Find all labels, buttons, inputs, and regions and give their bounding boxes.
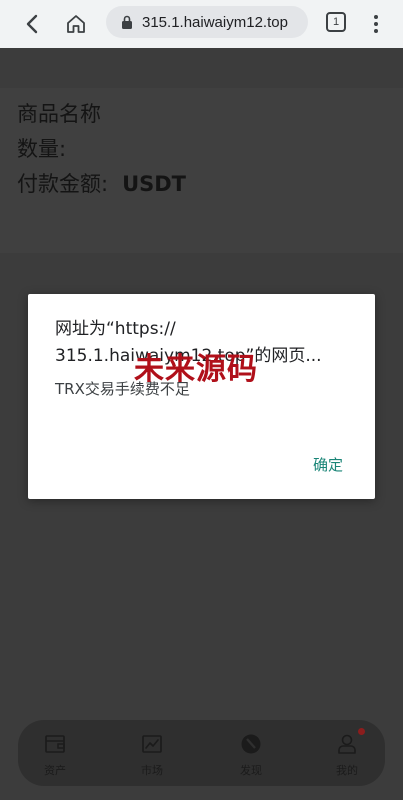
- nav-label-market: 市场: [141, 764, 163, 777]
- nav-label-discover: 发现: [240, 764, 262, 777]
- url-text: 315.1.haiwaiym12.top: [142, 13, 288, 31]
- browser-toolbar: 315.1.haiwaiym12.top 1: [0, 0, 403, 48]
- nav-item-mine[interactable]: 我的: [312, 720, 382, 786]
- currency-label: USDT: [122, 172, 187, 196]
- dialog-title-line1: 网址为“https://: [55, 319, 176, 339]
- ok-button[interactable]: 确定: [313, 454, 343, 475]
- watermark-text: 未来源码: [134, 352, 258, 387]
- nav-item-discover[interactable]: 发现: [216, 720, 286, 786]
- wallet-icon: [43, 732, 67, 756]
- nav-item-assets[interactable]: 资产: [20, 720, 90, 786]
- discover-icon: [239, 732, 263, 756]
- bottom-nav: 资产 市场 发现 我的: [18, 720, 385, 786]
- lock-icon: [120, 14, 136, 30]
- more-vert-icon[interactable]: [364, 0, 388, 48]
- nav-label-assets: 资产: [44, 764, 66, 777]
- nav-item-market[interactable]: 市场: [117, 720, 187, 786]
- chart-icon: [140, 732, 164, 756]
- address-bar[interactable]: 315.1.haiwaiym12.top: [106, 6, 308, 38]
- quantity-label: 数量:: [17, 137, 67, 161]
- back-arrow-icon[interactable]: [18, 0, 46, 48]
- payment-amount-row: 付款金额: USDT: [17, 168, 186, 198]
- payment-amount-label: 付款金额:: [17, 172, 109, 196]
- notification-dot: [358, 728, 365, 735]
- nav-label-mine: 我的: [336, 764, 358, 777]
- user-icon: [335, 732, 359, 756]
- product-name-label: 商品名称: [17, 102, 101, 126]
- tab-switcher-button[interactable]: 1: [326, 12, 346, 32]
- home-icon[interactable]: [62, 0, 90, 48]
- alert-dialog: 网址为“https:// 315.1.haiwaiym12.top”的网页...…: [28, 294, 375, 499]
